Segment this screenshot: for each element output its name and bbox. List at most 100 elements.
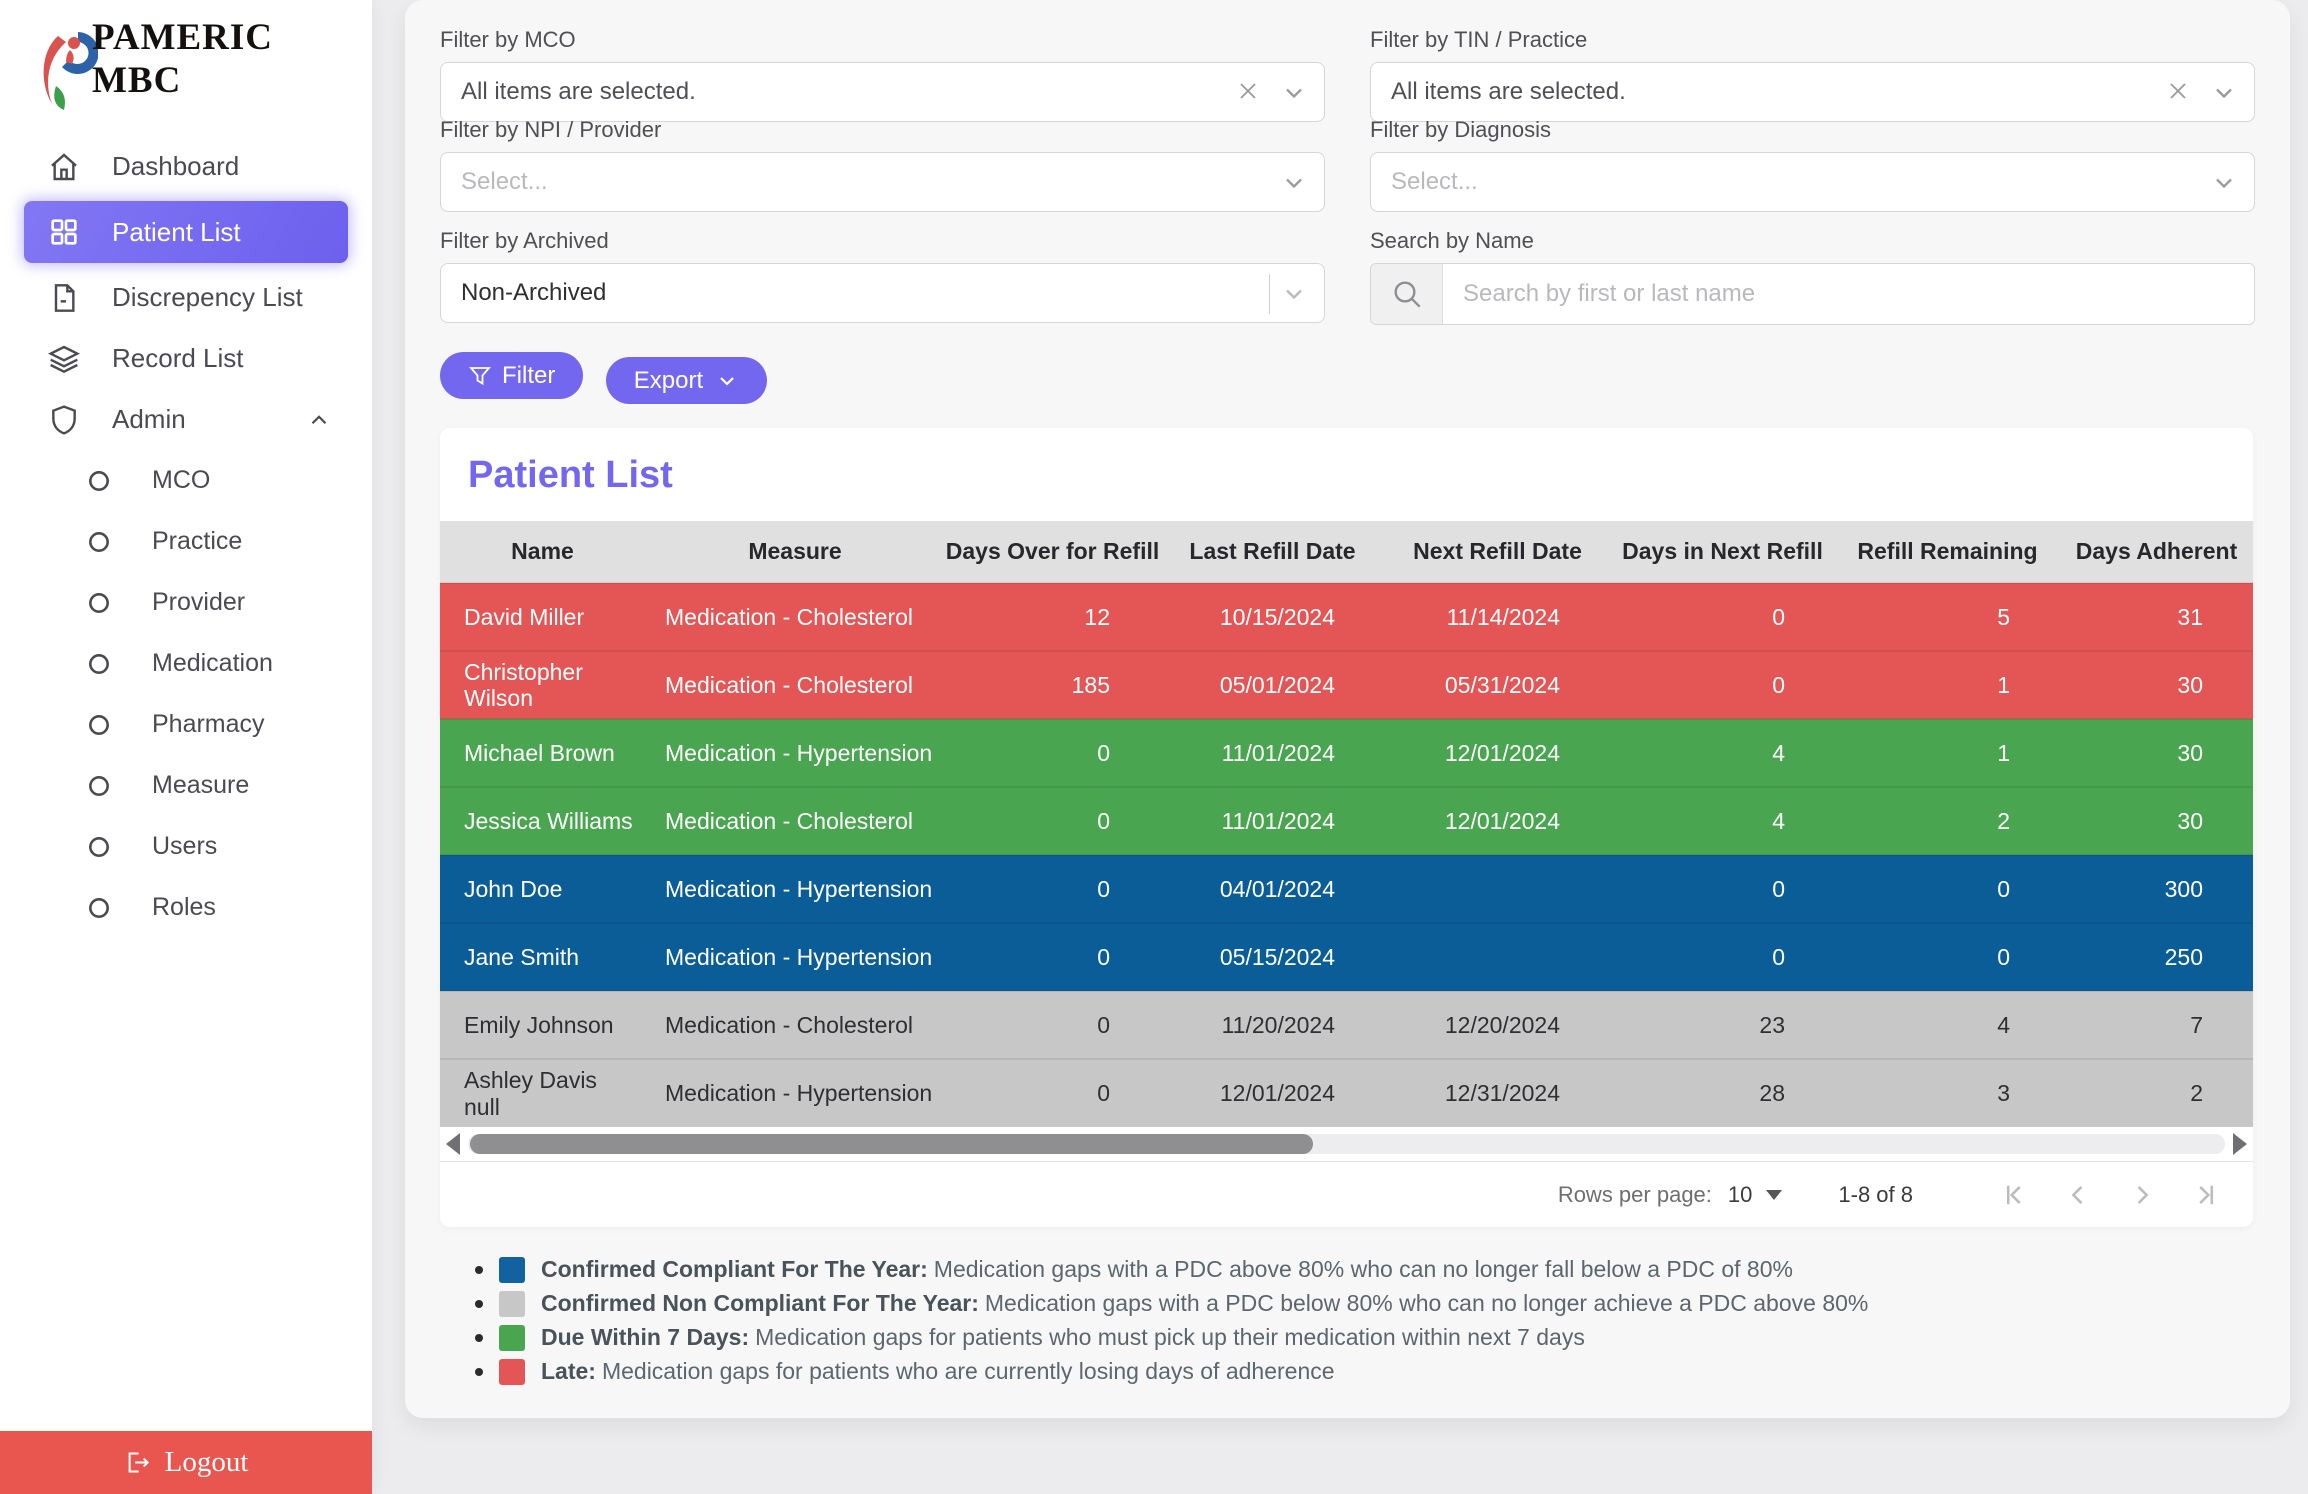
circle-icon bbox=[86, 834, 112, 860]
column-header: Measure bbox=[645, 521, 945, 583]
search-label: Search by Name bbox=[1370, 228, 2255, 254]
table-cell: 300 bbox=[2060, 855, 2253, 923]
table-cell: 30 bbox=[2060, 719, 2253, 787]
chevron-down-icon[interactable] bbox=[1280, 280, 1308, 308]
table-cell: 11/01/2024 bbox=[1160, 787, 1385, 855]
filter-tin-select[interactable]: All items are selected. bbox=[1370, 62, 2255, 122]
clear-icon[interactable] bbox=[2164, 77, 2192, 105]
chevron-down-icon bbox=[715, 369, 739, 393]
table-cell: Medication - Cholesterol bbox=[645, 991, 945, 1059]
logout-label: Logout bbox=[165, 1446, 249, 1479]
table-cell: 0 bbox=[945, 787, 1160, 855]
sidebar-item-admin[interactable]: Admin bbox=[0, 389, 372, 450]
filter-npi-select[interactable]: Select... bbox=[440, 152, 1325, 212]
table-row[interactable]: Emily JohnsonMedication - Cholesterol011… bbox=[440, 991, 2253, 1059]
scroll-left-arrow-icon[interactable] bbox=[446, 1133, 460, 1155]
rows-per-page-value: 10 bbox=[1728, 1182, 1752, 1208]
rows-per-page-select[interactable]: 10 bbox=[1728, 1182, 1782, 1208]
table-row[interactable]: Jane SmithMedication - Hypertension005/1… bbox=[440, 923, 2253, 991]
scrollbar-thumb[interactable] bbox=[470, 1134, 1313, 1154]
table-cell: 0 bbox=[1610, 651, 1835, 719]
table-cell: 23 bbox=[1610, 991, 1835, 1059]
table-cell: Emily Johnson bbox=[440, 991, 645, 1059]
main-content: Filter by MCO All items are selected. Fi… bbox=[405, 0, 2290, 1418]
table-cell: 1 bbox=[1835, 651, 2060, 719]
sidebar-subitem-label: Measure bbox=[152, 771, 249, 800]
circle-icon bbox=[86, 712, 112, 738]
sidebar-item-discrepency-list[interactable]: Discrepency List bbox=[0, 267, 372, 328]
sidebar-subitem-practice[interactable]: Practice bbox=[0, 511, 372, 572]
table-cell: 0 bbox=[1610, 583, 1835, 651]
scrollbar-track[interactable] bbox=[468, 1134, 2225, 1154]
filter-mco-select[interactable]: All items are selected. bbox=[440, 62, 1325, 122]
table-cell: 0 bbox=[1835, 923, 2060, 991]
table-row[interactable]: Michael BrownMedication - Hypertension01… bbox=[440, 719, 2253, 787]
table-cell: David Miller bbox=[440, 583, 645, 651]
table-cell: Medication - Hypertension bbox=[645, 923, 945, 991]
table-cell: 0 bbox=[1610, 855, 1835, 923]
table-cell: 12/01/2024 bbox=[1385, 719, 1610, 787]
filter-npi-placeholder: Select... bbox=[461, 168, 548, 196]
sidebar-subitem-mco[interactable]: MCO bbox=[0, 450, 372, 511]
sidebar-item-label: Patient List bbox=[112, 217, 241, 248]
previous-page-icon[interactable] bbox=[2063, 1180, 2093, 1210]
filter-diagnosis-field: Filter by Diagnosis Select... bbox=[1370, 117, 2255, 212]
chevron-down-icon[interactable] bbox=[2210, 169, 2238, 197]
legend-item: Confirmed Non Compliant For The Year:Med… bbox=[475, 1290, 1868, 1317]
sidebar-subitem-users[interactable]: Users bbox=[0, 816, 372, 877]
table-cell: 31 bbox=[2060, 583, 2253, 651]
chevron-down-icon[interactable] bbox=[1280, 79, 1308, 107]
bullet-icon bbox=[475, 1368, 483, 1376]
table-cell: 0 bbox=[945, 855, 1160, 923]
filter-archived-value: Non-Archived bbox=[461, 279, 606, 307]
sidebar-subitem-provider[interactable]: Provider bbox=[0, 572, 372, 633]
table-cell: 0 bbox=[945, 719, 1160, 787]
sidebar-subitem-medication[interactable]: Medication bbox=[0, 633, 372, 694]
filter-diagnosis-select[interactable]: Select... bbox=[1370, 152, 2255, 212]
table-cell: Jane Smith bbox=[440, 923, 645, 991]
chevron-down-icon[interactable] bbox=[1280, 169, 1308, 197]
filter-npi-field: Filter by NPI / Provider Select... bbox=[440, 117, 1325, 212]
sidebar-subitem-roles[interactable]: Roles bbox=[0, 877, 372, 938]
column-header: Refill Remaining bbox=[1835, 521, 2060, 583]
export-button[interactable]: Export bbox=[606, 357, 767, 404]
table-cell: 12 bbox=[945, 583, 1160, 651]
sidebar-subitem-measure[interactable]: Measure bbox=[0, 755, 372, 816]
table-row[interactable]: Christopher WilsonMedication - Cholester… bbox=[440, 651, 2253, 719]
filter-diagnosis-placeholder: Select... bbox=[1391, 168, 1478, 196]
first-page-icon[interactable] bbox=[1999, 1180, 2029, 1210]
table-cell: 10/15/2024 bbox=[1160, 583, 1385, 651]
clear-icon[interactable] bbox=[1234, 77, 1262, 105]
table-cell: 11/01/2024 bbox=[1160, 719, 1385, 787]
sidebar-item-record-list[interactable]: Record List bbox=[0, 328, 372, 389]
legend-text: Confirmed Non Compliant For The Year:Med… bbox=[541, 1290, 1868, 1317]
logout-button[interactable]: Logout bbox=[0, 1431, 372, 1494]
table-row[interactable]: David MillerMedication - Cholesterol1210… bbox=[440, 583, 2253, 651]
last-page-icon[interactable] bbox=[2191, 1180, 2221, 1210]
table-cell: 0 bbox=[1610, 923, 1835, 991]
next-page-icon[interactable] bbox=[2127, 1180, 2157, 1210]
column-header: Days in Next Refill bbox=[1610, 521, 1835, 583]
sidebar-subitem-label: Practice bbox=[152, 527, 242, 556]
table-row[interactable]: Ashley Davis nullMedication - Hypertensi… bbox=[440, 1059, 2253, 1127]
filter-button[interactable]: Filter bbox=[440, 352, 583, 399]
status-legend: Confirmed Compliant For The Year:Medicat… bbox=[475, 1256, 1868, 1392]
table-cell: 12/01/2024 bbox=[1385, 787, 1610, 855]
shield-icon bbox=[48, 404, 80, 436]
sidebar-item-dashboard[interactable]: Dashboard bbox=[0, 136, 372, 197]
table-row[interactable]: Jessica WilliamsMedication - Cholesterol… bbox=[440, 787, 2253, 855]
table-row[interactable]: John DoeMedication - Hypertension004/01/… bbox=[440, 855, 2253, 923]
chevron-down-icon[interactable] bbox=[2210, 79, 2238, 107]
filter-npi-label: Filter by NPI / Provider bbox=[440, 117, 1325, 143]
logout-icon bbox=[124, 1449, 151, 1476]
table-cell: 4 bbox=[1610, 719, 1835, 787]
filter-archived-select[interactable]: Non-Archived bbox=[440, 263, 1325, 323]
sidebar: PAMERIC MBC Dashboard Patient List Discr… bbox=[0, 0, 372, 1494]
search-input[interactable] bbox=[1443, 264, 2254, 324]
table-cell: 04/01/2024 bbox=[1160, 855, 1385, 923]
scroll-right-arrow-icon[interactable] bbox=[2233, 1133, 2247, 1155]
filter-tin-label: Filter by TIN / Practice bbox=[1370, 27, 2255, 53]
sidebar-item-patient-list[interactable]: Patient List bbox=[24, 201, 348, 263]
sidebar-subitem-pharmacy[interactable]: Pharmacy bbox=[0, 694, 372, 755]
bullet-icon bbox=[475, 1266, 483, 1274]
